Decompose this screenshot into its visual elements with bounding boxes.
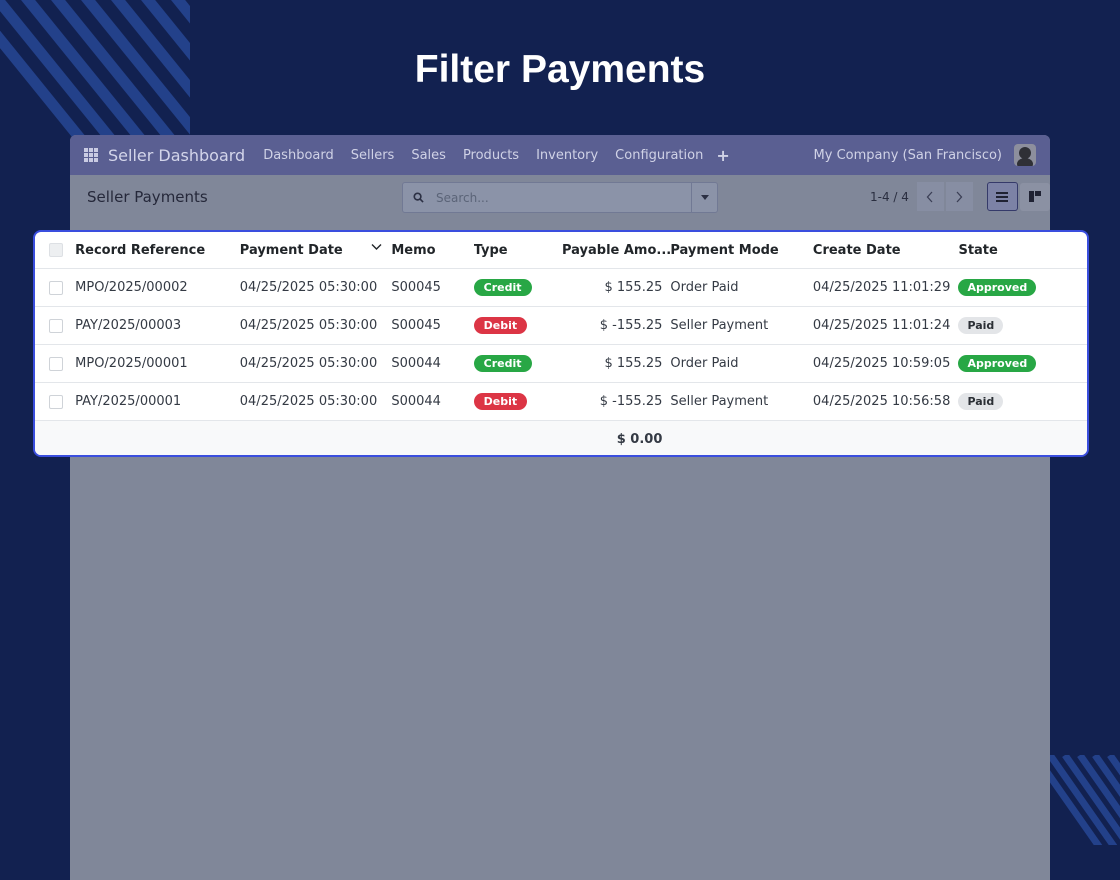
chevron-left-icon [927,191,933,202]
state-badge: Paid [958,317,1004,334]
cell-memo: S00044 [391,394,441,409]
nav-products[interactable]: Products [463,148,519,163]
column-header-payment-date[interactable]: Payment Date [240,232,386,269]
column-header-create-date[interactable]: Create Date [813,232,959,269]
cell-payment-mode: Order Paid [670,280,739,295]
user-avatar[interactable] [1014,144,1036,166]
table-row[interactable]: MPO/2025/00001 04/25/2025 05:30:00 S0004… [35,344,1087,383]
column-header-memo[interactable]: Memo [385,232,473,269]
type-badge: Credit [473,355,532,372]
table-row[interactable]: PAY/2025/00001 04/25/2025 05:30:00 S0004… [35,382,1087,421]
column-header-type[interactable]: Type [474,232,562,269]
search-bar[interactable] [402,182,718,213]
caret-down-icon [700,195,709,200]
plus-icon[interactable]: + [716,146,729,165]
cell-memo: S00045 [391,280,441,295]
apps-grid-icon[interactable] [84,148,98,162]
kanban-view-button[interactable] [1019,182,1050,211]
row-checkbox[interactable] [49,356,63,371]
decorative-stripes-bottom-right [1045,755,1120,845]
cell-memo: S00045 [391,318,441,333]
row-checkbox[interactable] [49,318,63,333]
cell-record-reference: MPO/2025/00002 [75,280,188,295]
nav-configuration[interactable]: Configuration [615,148,703,163]
pager: 1-4 / 4 [870,182,1050,211]
company-switcher[interactable]: My Company (San Francisco) [814,148,1002,163]
column-header-payment-date-label: Payment Date [239,242,343,258]
select-all-checkbox[interactable] [49,243,63,257]
cell-record-reference: PAY/2025/00001 [75,394,182,409]
cell-record-reference: MPO/2025/00001 [75,356,188,371]
top-navbar: Seller Dashboard Dashboard Sellers Sales… [70,135,1050,175]
search-input[interactable] [434,189,678,206]
list-view-icon [996,191,1009,202]
pager-next-button[interactable] [945,182,973,211]
column-header-payment-mode[interactable]: Payment Mode [670,232,813,269]
state-badge: Paid [958,393,1004,410]
cell-payable-amount: $ -155.25 [599,394,663,409]
nav-sales[interactable]: Sales [411,148,446,163]
search-options-toggle[interactable] [691,183,717,212]
table-row[interactable]: MPO/2025/00002 04/25/2025 05:30:00 S0004… [35,268,1087,307]
chevron-right-icon [956,191,963,202]
nav-inventory[interactable]: Inventory [536,148,598,163]
nav-sellers[interactable]: Sellers [351,148,395,163]
cell-payable-amount: $ -155.25 [599,318,663,333]
app-brand[interactable]: Seller Dashboard [108,146,245,165]
cell-payment-date: 04/25/2025 05:30:00 [239,318,378,333]
nav-dashboard[interactable]: Dashboard [263,148,334,163]
type-badge: Debit [473,393,528,410]
breadcrumb: Seller Payments [87,188,208,206]
payments-table: Record Reference Payment Date Memo Type … [33,230,1089,457]
column-header-payable-amount[interactable]: Payable Amo... [562,232,670,269]
column-header-record-reference[interactable]: Record Reference [75,232,240,269]
cell-payment-mode: Order Paid [670,356,739,371]
type-badge: Debit [473,317,528,334]
table-footer-row: $ 0.00 [35,420,1087,455]
amount-total: $ 0.00 [616,431,663,447]
cell-payment-date: 04/25/2025 05:30:00 [239,394,378,409]
cell-create-date: 04/25/2025 11:01:29 [812,280,951,295]
cell-create-date: 04/25/2025 10:56:58 [812,394,951,409]
cell-payable-amount: $ 155.25 [604,356,663,371]
cell-payment-date: 04/25/2025 05:30:00 [239,280,378,295]
cell-create-date: 04/25/2025 11:01:24 [812,318,951,333]
control-panel: Seller Payments 1-4 / 4 [70,175,1050,219]
state-badge: Approved [958,279,1037,296]
cell-create-date: 04/25/2025 10:59:05 [812,356,951,371]
pager-previous-button[interactable] [916,182,944,211]
table-header-row: Record Reference Payment Date Memo Type … [35,232,1087,269]
kanban-view-icon [1028,191,1041,202]
page-title: Filter Payments [414,48,706,91]
cell-record-reference: PAY/2025/00003 [75,318,182,333]
state-badge: Approved [958,355,1037,372]
pager-value[interactable]: 1-4 / 4 [870,190,909,204]
row-checkbox[interactable] [49,280,63,295]
list-view-button[interactable] [986,182,1018,211]
type-badge: Credit [473,279,532,296]
cell-memo: S00044 [391,356,441,371]
column-header-state[interactable]: State [958,232,1087,269]
cell-payable-amount: $ 155.25 [604,280,663,295]
cell-payment-mode: Seller Payment [670,318,769,333]
chevron-down-icon [371,244,382,250]
cell-payment-date: 04/25/2025 05:30:00 [239,356,378,371]
row-checkbox[interactable] [49,394,63,409]
table-row[interactable]: PAY/2025/00003 04/25/2025 05:30:00 S0004… [35,306,1087,345]
cell-payment-mode: Seller Payment [670,394,769,409]
search-icon [413,192,424,203]
